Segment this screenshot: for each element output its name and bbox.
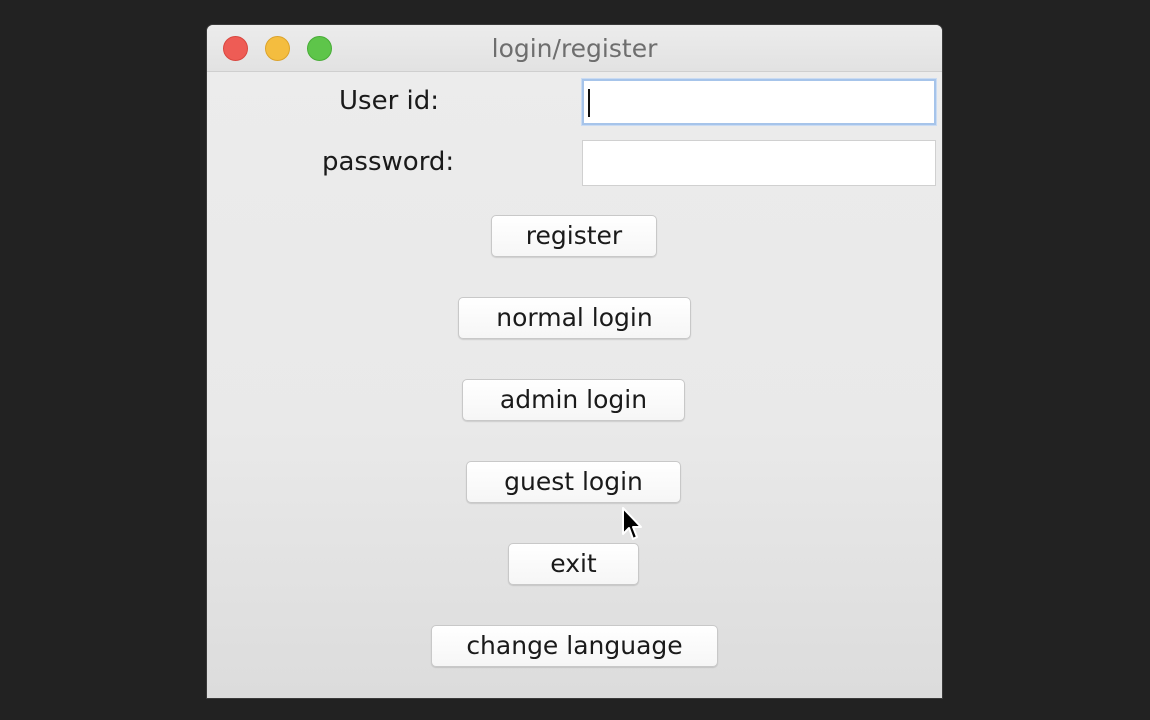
change-language-button[interactable]: change language	[431, 625, 718, 667]
title-bar: login/register	[207, 25, 942, 72]
user-id-label: User id:	[339, 86, 440, 116]
normal-login-button[interactable]: normal login	[458, 297, 691, 339]
user-id-field[interactable]	[582, 79, 936, 125]
password-field[interactable]	[582, 140, 936, 186]
window-title: login/register	[491, 34, 658, 63]
admin-login-button[interactable]: admin login	[462, 379, 685, 421]
text-caret	[588, 89, 590, 117]
password-label: password:	[322, 147, 455, 177]
register-button[interactable]: register	[491, 215, 657, 257]
guest-login-button[interactable]: guest login	[466, 461, 681, 503]
exit-button[interactable]: exit	[508, 543, 639, 585]
login-window: login/register User id: password: regist…	[207, 25, 942, 698]
mouse-pointer-icon	[622, 507, 642, 540]
